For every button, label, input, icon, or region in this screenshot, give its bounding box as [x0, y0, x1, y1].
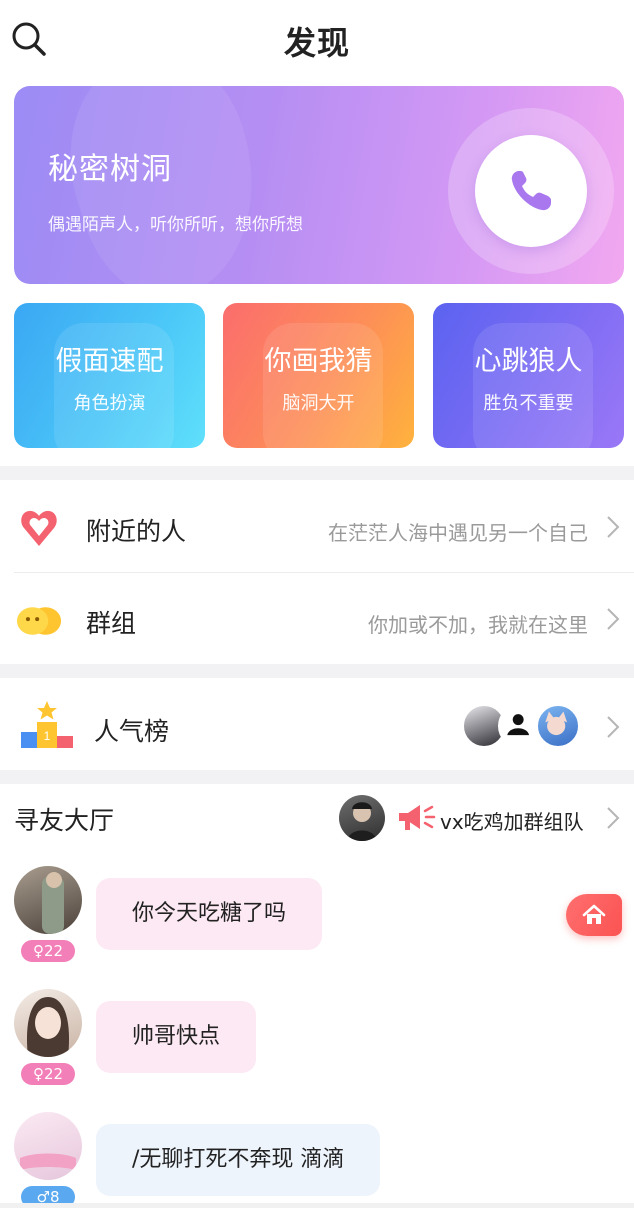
avatar [14, 866, 82, 934]
svg-text:1: 1 [44, 729, 51, 743]
message-bubble: 你今天吃糖了吗 [96, 878, 323, 950]
group-face-icon [16, 607, 62, 635]
hall-title: 寻友大厅 [14, 806, 115, 835]
list-item[interactable]: ♀22 帅哥快点 [0, 989, 634, 1109]
header: 发现 [0, 0, 634, 80]
list-item[interactable]: ♂8 /无聊打死不奔现 滴滴 [0, 1112, 634, 1208]
chevron-right-icon [607, 608, 620, 630]
avatar [536, 704, 580, 748]
call-button[interactable] [475, 135, 587, 247]
section-separator [0, 664, 634, 678]
chevron-right-icon [607, 716, 620, 738]
nearby-label: 附近的人 [86, 517, 187, 546]
message-bubble: 帅哥快点 [96, 1001, 257, 1073]
card-werewolf[interactable]: 心跳狼人 胜负不重要 [433, 303, 624, 448]
home-icon [582, 904, 606, 924]
megaphone-icon [399, 805, 436, 830]
groups-label: 群组 [86, 609, 137, 638]
card-mask-match[interactable]: 假面速配 角色扮演 [14, 303, 205, 448]
bottom-edge [0, 1203, 634, 1208]
card-subtitle: 胜负不重要 [483, 393, 574, 414]
page-title: 发现 [283, 24, 350, 62]
card-title: 心跳狼人 [474, 346, 583, 377]
chevron-right-icon[interactable] [606, 806, 620, 830]
gender-age-badge: ♀22 [21, 940, 75, 962]
list-item-ranking[interactable]: 1 人气榜 [0, 680, 634, 770]
section-separator [0, 770, 634, 784]
list-item-nearby[interactable]: 附近的人 在茫茫人海中遇见另一个自己 [0, 482, 634, 572]
avatar [14, 989, 82, 1057]
list-item-groups[interactable]: 群组 你加或不加，我就在这里 [0, 574, 634, 664]
card-title: 假面速配 [55, 346, 164, 377]
secret-treehole-banner[interactable]: 秘密树洞 偶遇陌声人，听你所听，想你所想 [14, 86, 624, 284]
home-button[interactable] [566, 894, 622, 936]
phone-icon [511, 171, 551, 211]
ranking-label: 人气榜 [94, 717, 170, 746]
gender-age-badge: ♀22 [21, 1063, 75, 1085]
heart-pin-icon [21, 510, 57, 546]
section-separator [0, 466, 634, 480]
banner-subtitle: 偶遇陌声人，听你所听，想你所想 [48, 215, 303, 235]
avatar [14, 1112, 82, 1180]
card-title: 你画我猜 [264, 346, 373, 377]
message-bubble: /无聊打死不奔现 滴滴 [96, 1124, 381, 1196]
divider [14, 572, 634, 573]
avatar [339, 795, 385, 841]
card-draw-guess[interactable]: 你画我猜 脑洞大开 [223, 303, 414, 448]
podium-icon: 1 [21, 701, 73, 748]
groups-hint: 你加或不加，我就在这里 [368, 613, 588, 637]
card-subtitle: 脑洞大开 [282, 393, 355, 414]
card-subtitle: 角色扮演 [73, 393, 146, 414]
hall-notice[interactable]: vx吃鸡加群组队 [440, 806, 584, 835]
list-item[interactable]: ♀22 你今天吃糖了吗 [0, 866, 634, 986]
banner-title: 秘密树洞 [48, 152, 172, 187]
chevron-right-icon [607, 516, 620, 538]
nearby-hint: 在茫茫人海中遇见另一个自己 [328, 521, 588, 545]
